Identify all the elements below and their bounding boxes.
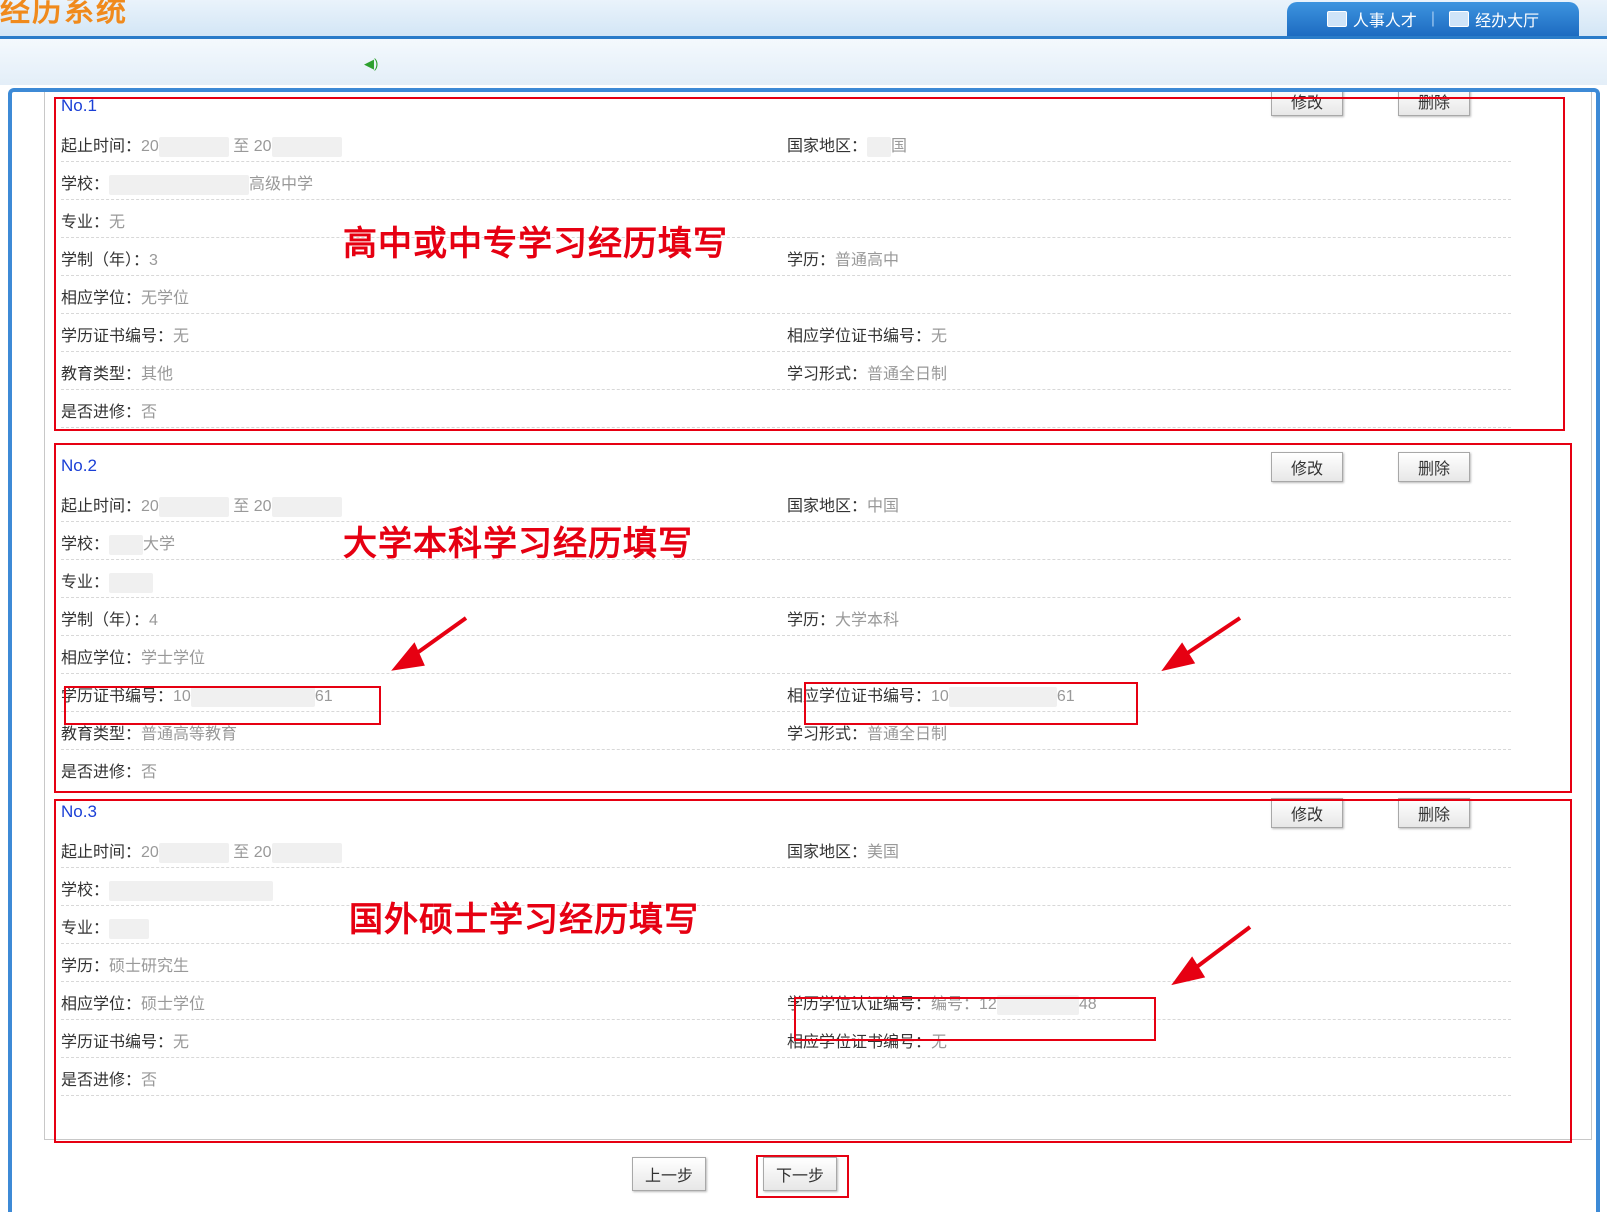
prev-step-button[interactable]: 上一步 bbox=[632, 1157, 706, 1191]
next-step-button[interactable]: 下一步 bbox=[763, 1157, 837, 1191]
arrow-edu-cert bbox=[391, 616, 468, 671]
annotation-arrows bbox=[391, 616, 1252, 986]
arrow-degree-cert bbox=[1161, 616, 1242, 672]
arrow-cert-auth bbox=[1171, 925, 1252, 986]
